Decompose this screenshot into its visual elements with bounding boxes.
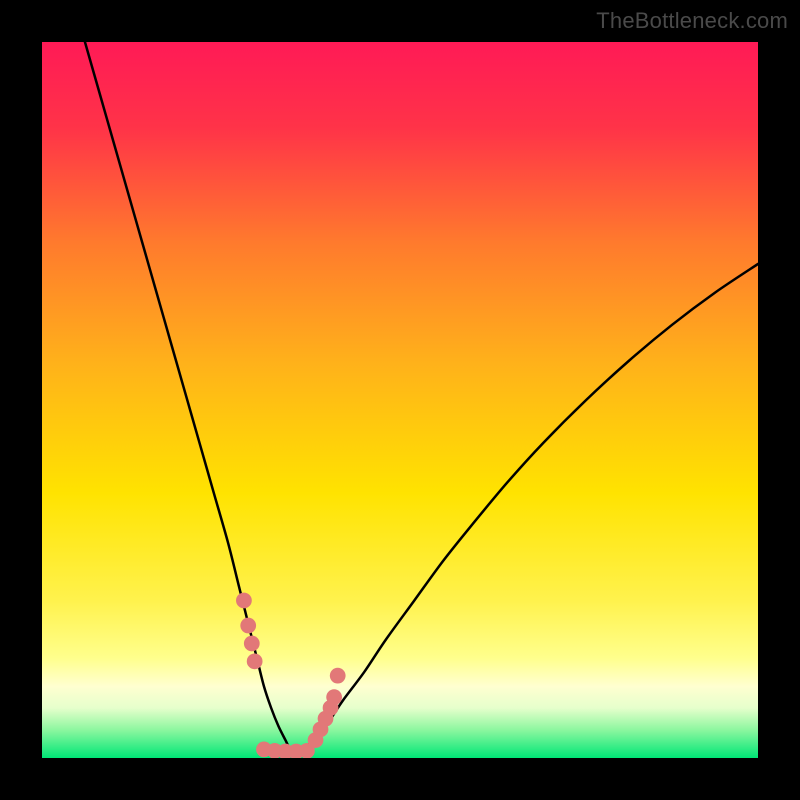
curve-right [293,264,758,751]
marker-dot [240,618,256,634]
chart-svg [42,42,758,758]
outer-frame: TheBottleneck.com [0,0,800,800]
marker-dot [330,668,346,684]
marker-dot [247,653,263,669]
plot-area [42,42,758,758]
marker-group [236,593,346,758]
marker-dot [244,636,260,652]
watermark-text: TheBottleneck.com [596,8,788,34]
curve-left [85,42,293,751]
marker-dot [236,593,252,609]
marker-dot [326,689,342,705]
